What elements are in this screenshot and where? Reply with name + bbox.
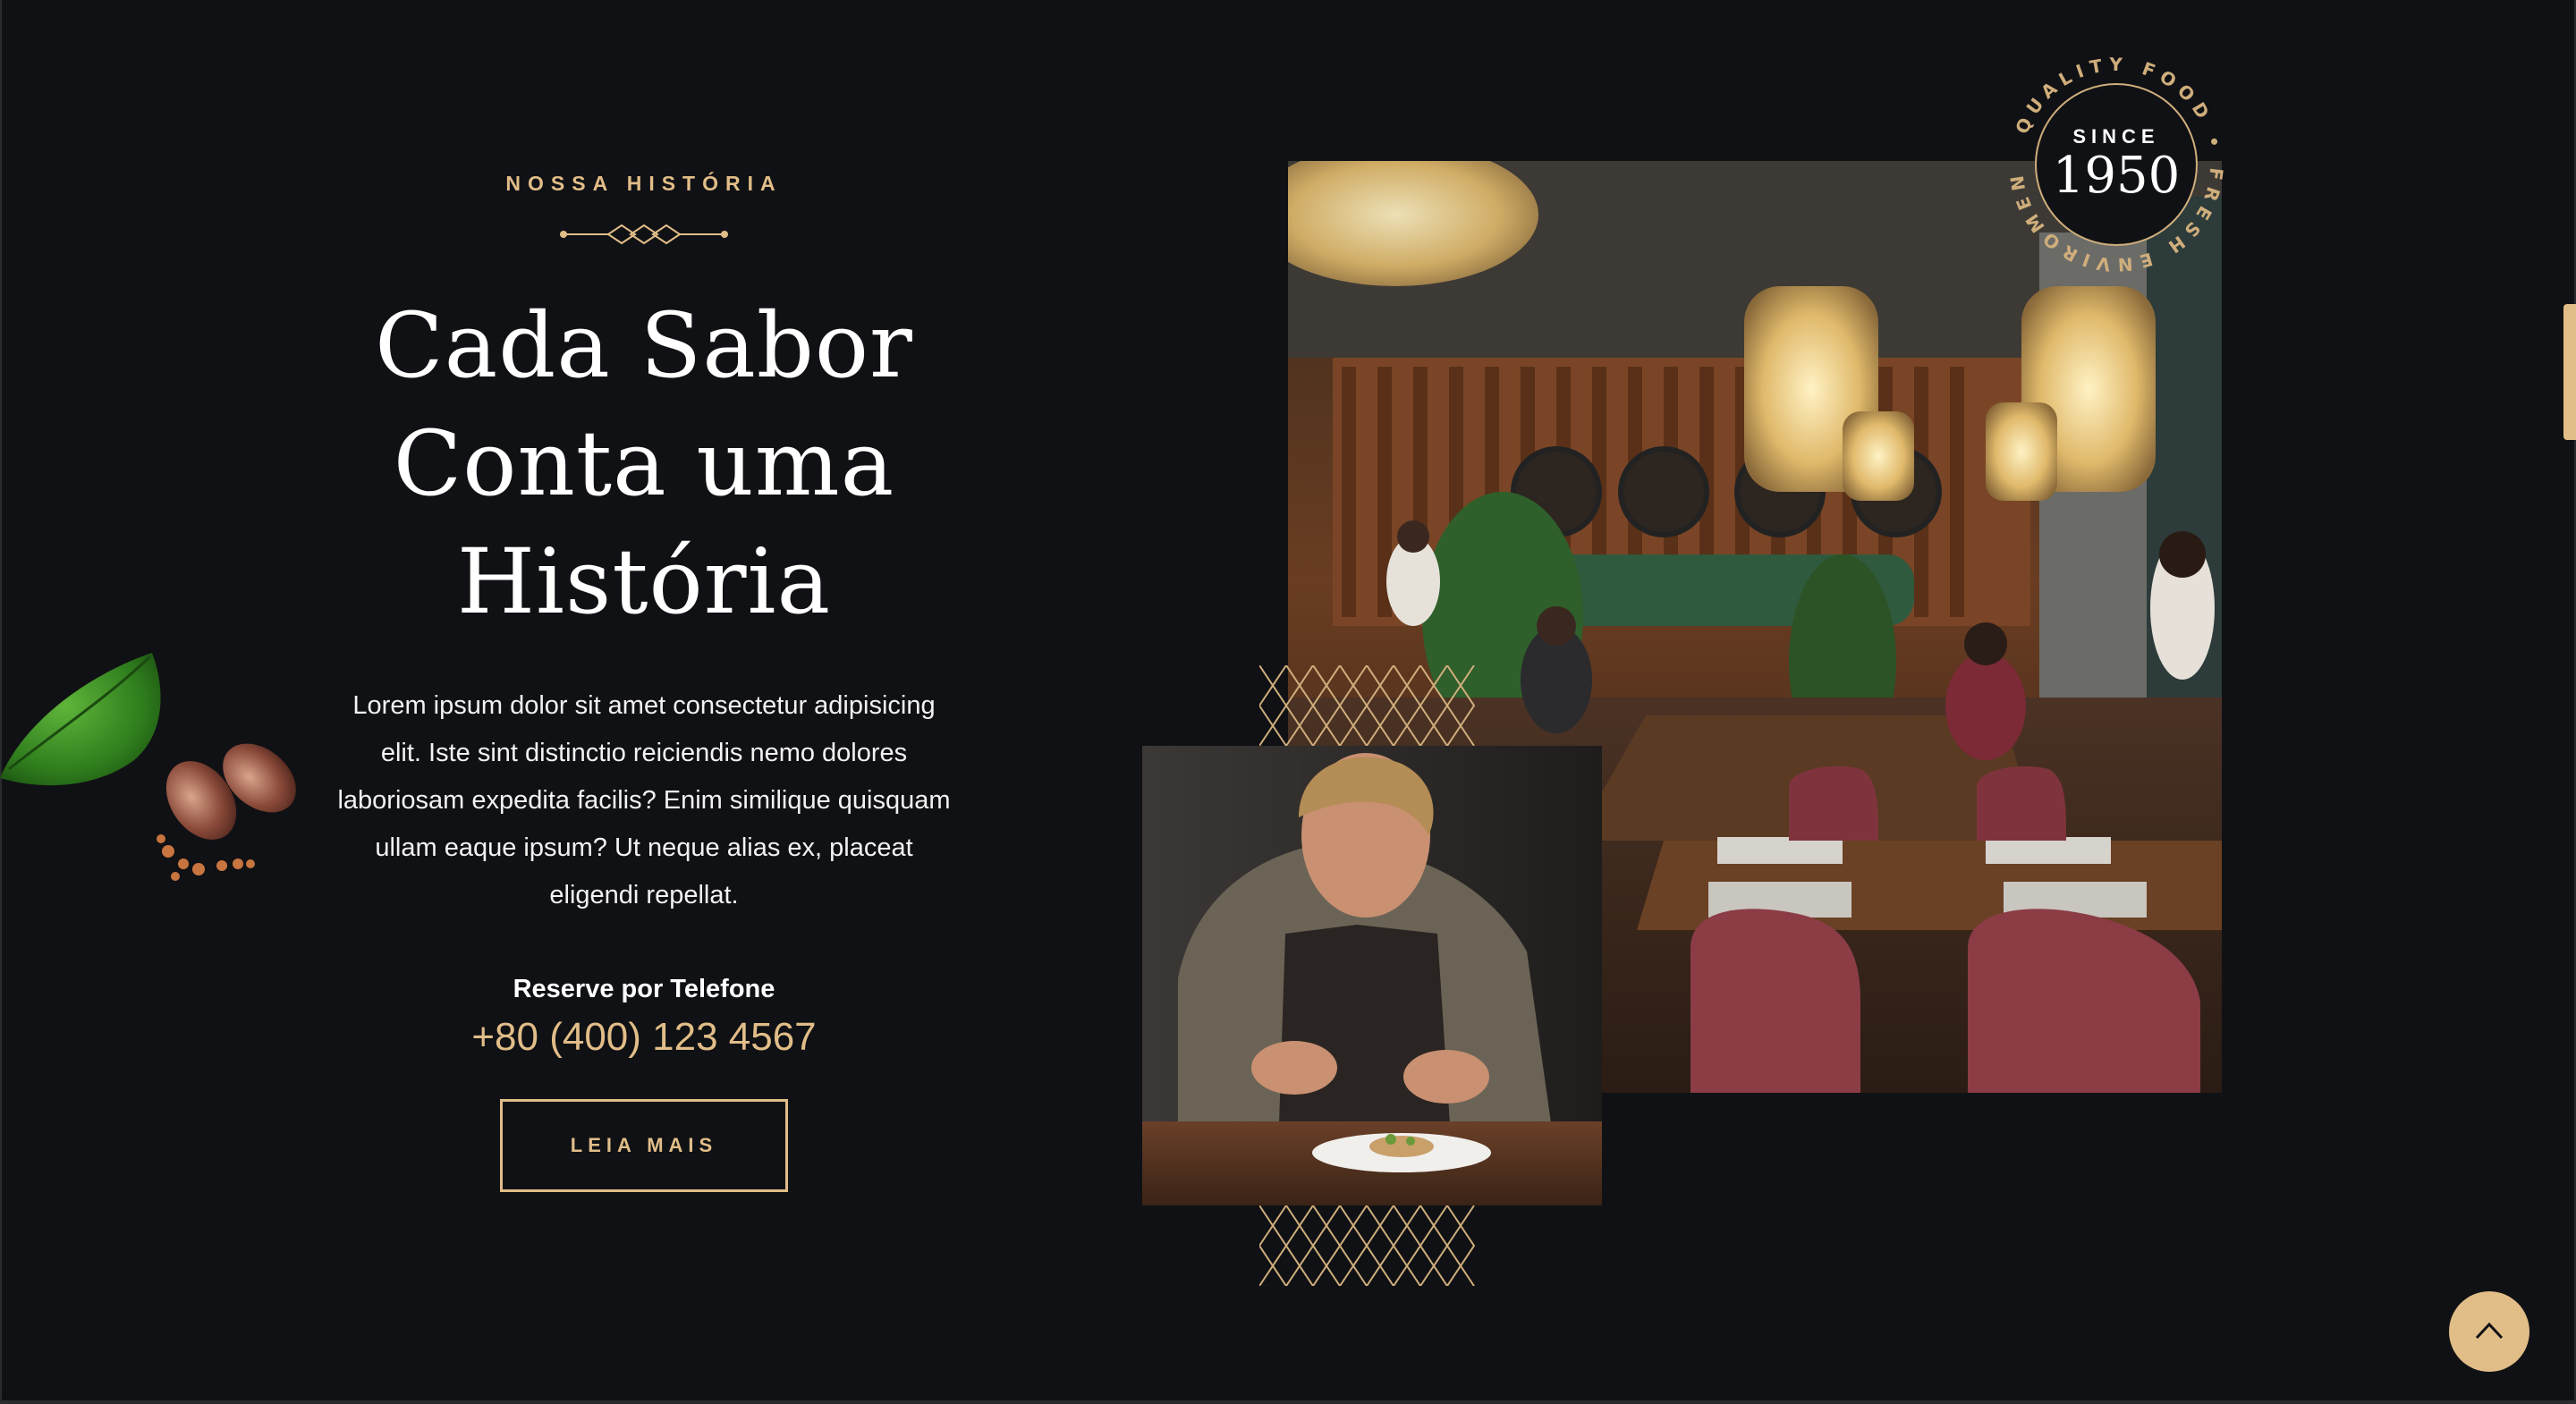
phone-label: Reserve por Telefone [513, 975, 775, 1003]
headline-line: Cada Sabor [375, 293, 913, 398]
frame-edge-bottom [0, 1400, 2576, 1404]
story-section: NOSSA HISTÓRIA Cada Sabor Conta uma Hist… [295, 161, 993, 1192]
headline-line: Conta uma [393, 411, 895, 516]
read-more-button[interactable]: LEIA MAIS [500, 1099, 788, 1192]
chef-plating-photo [1142, 746, 1602, 1205]
phone-number-link[interactable]: +80 (400) 123 4567 [295, 1015, 993, 1060]
scrollbar-thumb[interactable] [2563, 304, 2576, 440]
badge-year: 1950 [2052, 147, 2181, 205]
section-headline: Cada Sabor Conta uma História [295, 287, 993, 641]
back-to-top-button[interactable] [2449, 1291, 2529, 1372]
food-decoration-image [0, 653, 296, 881]
section-eyebrow: NOSSA HISTÓRIA [505, 172, 783, 195]
diamond-divider-icon [560, 224, 728, 245]
chevron-up-icon [2475, 1322, 2504, 1340]
headline-line: História [456, 529, 832, 634]
badge-since-label: SINCE [2072, 125, 2160, 148]
since-1950-badge: QUALITY FOOD • FRESH ENVIROMENT • SINCE … [1991, 31, 2233, 281]
geometric-pattern [1259, 665, 1476, 746]
section-body: Lorem ipsum dolor sit amet consectetur a… [337, 691, 951, 909]
geometric-pattern [1259, 1205, 1476, 1286]
